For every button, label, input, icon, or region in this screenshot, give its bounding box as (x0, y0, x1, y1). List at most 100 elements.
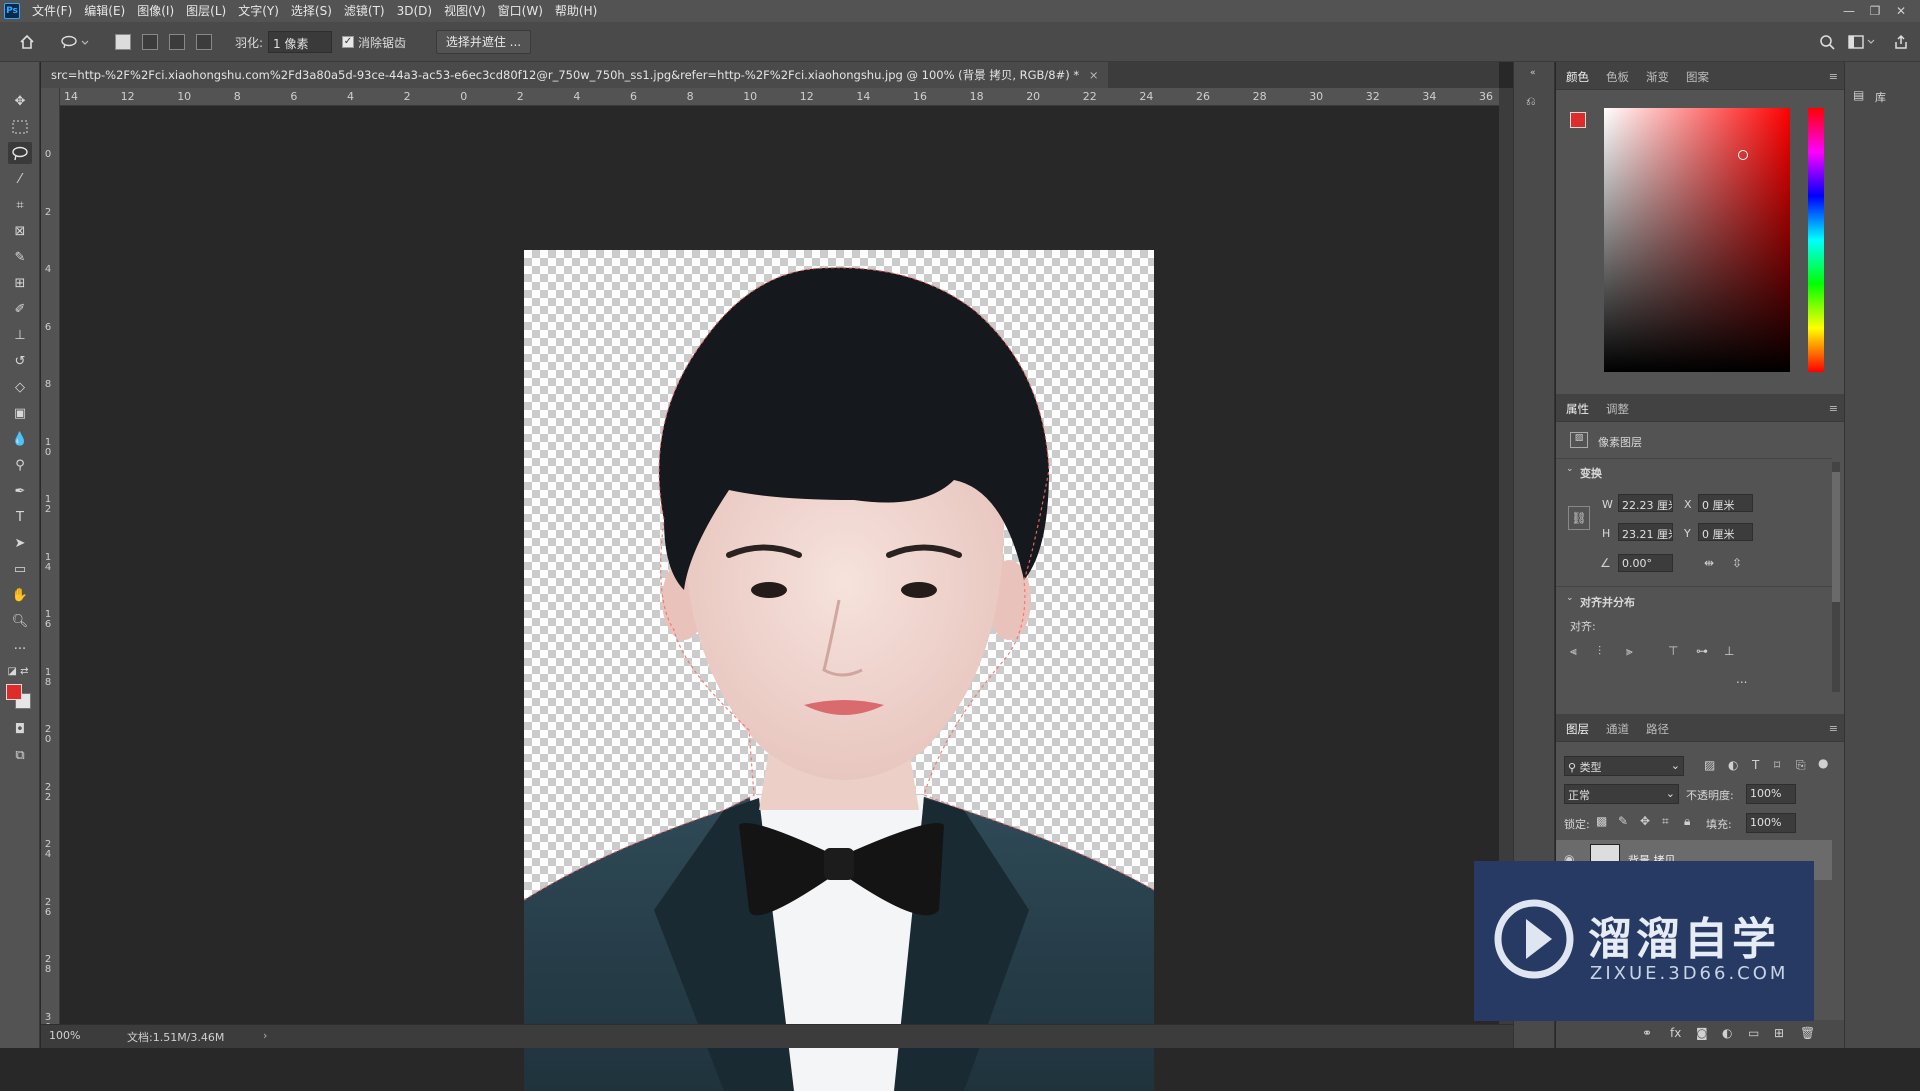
document-tab[interactable]: src=http-%2F%2Fci.xiaohongshu.com%2Fd3a8… (41, 62, 1109, 88)
menu-file[interactable]: 文件(F) (26, 0, 78, 22)
intersect-selection-button[interactable] (196, 34, 212, 50)
zoom-level[interactable]: 100% (49, 1029, 80, 1042)
align-left-icon[interactable]: ⫷ (1570, 644, 1577, 659)
properties-panel-menu-icon[interactable]: ≡ (1829, 402, 1838, 415)
lock-pixels-icon[interactable]: ✎ (1618, 814, 1628, 828)
vertical-ruler[interactable]: 0 2 4 6 8 1 0 1 2 1 4 1 6 1 8 2 0 2 2 2 4 2 6 2 8 3 0 (41, 88, 60, 1024)
lasso-tool-icon[interactable] (8, 142, 32, 164)
tab-channels[interactable]: 通道 (1606, 721, 1629, 737)
eraser-tool-icon[interactable]: ◇ (8, 376, 32, 398)
history-brush-tool-icon[interactable]: ↺ (8, 350, 32, 372)
hue-slider[interactable] (1808, 108, 1824, 372)
canvas-area[interactable] (60, 106, 1499, 1091)
close-window-icon[interactable]: ✕ (1888, 0, 1914, 22)
crop-tool-icon[interactable]: ⌗ (8, 194, 32, 216)
select-and-mask-button[interactable]: 选择并遮住 ... (436, 30, 531, 54)
properties-scrollbar[interactable] (1832, 462, 1840, 692)
layers-panel-menu-icon[interactable]: ≡ (1829, 722, 1838, 735)
frame-tool-icon[interactable]: ⊠ (8, 220, 32, 242)
menu-edit[interactable]: 编辑(E) (78, 0, 131, 22)
filter-toggle-icon[interactable]: ● (1818, 756, 1828, 770)
zoom-tool-icon[interactable]: 🔍︎ (8, 610, 32, 632)
tab-paths[interactable]: 路径 (1646, 721, 1669, 737)
subtract-selection-button[interactable] (169, 34, 185, 50)
menu-filter[interactable]: 滤镜(T) (338, 0, 391, 22)
brush-tool-icon[interactable]: ✐ (8, 298, 32, 320)
lock-all-icon[interactable]: 🔒︎ (1684, 814, 1690, 829)
tab-properties[interactable]: 属性 (1566, 401, 1589, 417)
home-icon[interactable] (16, 31, 38, 53)
add-mask-icon[interactable]: ◙ (1696, 1026, 1708, 1040)
more-options-icon[interactable]: ... (1736, 672, 1747, 686)
path-selection-tool-icon[interactable]: ➤ (8, 532, 32, 554)
x-input[interactable]: 0 厘米 (1698, 494, 1753, 512)
menu-select[interactable]: 选择(S) (285, 0, 338, 22)
width-input[interactable]: 22.23 厘米 (1618, 494, 1673, 512)
blur-tool-icon[interactable]: 💧 (8, 428, 32, 450)
workspace-icon[interactable] (1846, 31, 1878, 53)
search-icon[interactable] (1816, 31, 1838, 53)
opacity-input[interactable]: 100% (1746, 784, 1796, 804)
color-panel-menu-icon[interactable]: ≡ (1829, 70, 1838, 83)
type-tool-icon[interactable]: T (8, 506, 32, 528)
align-center-h-icon[interactable]: ⫶ (1598, 644, 1601, 659)
more-tools-icon[interactable]: ··· (8, 638, 32, 660)
flip-vertical-icon[interactable]: ⇳ (1732, 556, 1742, 570)
link-dimensions-icon[interactable]: ⛓ (1568, 506, 1590, 530)
transform-collapse-icon[interactable]: ⌄ (1566, 464, 1574, 474)
lock-artboard-icon[interactable]: ⌗ (1662, 814, 1669, 829)
document-canvas[interactable] (524, 250, 1154, 1091)
filter-shape-icon[interactable]: ⌑ (1774, 758, 1780, 772)
quick-mask-icon[interactable]: ◘ (8, 718, 32, 740)
delete-layer-icon[interactable]: 🗑︎ (1800, 1026, 1815, 1040)
status-menu-arrow-icon[interactable]: › (263, 1029, 267, 1042)
filter-smart-object-icon[interactable]: ⎘ (1796, 758, 1806, 773)
align-right-icon[interactable]: ⫸ (1626, 644, 1633, 659)
add-selection-button[interactable] (142, 34, 158, 50)
align-top-icon[interactable]: ⊤ (1668, 644, 1678, 658)
menu-layer[interactable]: 图层(L) (180, 0, 232, 22)
screen-mode-icon[interactable]: ⧉ (8, 744, 32, 766)
feather-input[interactable]: 1 像素 (268, 31, 332, 53)
filter-adjustment-icon[interactable]: ◐ (1728, 758, 1738, 772)
minimize-icon[interactable]: — (1836, 0, 1862, 22)
dodge-tool-icon[interactable]: ⚲ (8, 454, 32, 476)
gradient-tool-icon[interactable]: ▣ (8, 402, 32, 424)
new-layer-icon[interactable]: ⊞ (1774, 1026, 1784, 1040)
lock-position-icon[interactable]: ✥ (1640, 814, 1650, 828)
color-field[interactable] (1604, 108, 1790, 372)
healing-brush-tool-icon[interactable]: ⊞ (8, 272, 32, 294)
filter-pixel-icon[interactable]: ▨ (1704, 758, 1715, 772)
marquee-tool-icon[interactable] (8, 116, 32, 138)
menu-type[interactable]: 文字(Y) (232, 0, 285, 22)
swap-colors-icon[interactable]: ◪ ⇄ (4, 660, 32, 682)
close-tab-icon[interactable]: × (1089, 68, 1099, 82)
new-group-icon[interactable]: ▭ (1748, 1026, 1759, 1040)
menu-3d[interactable]: 3D(D) (391, 0, 438, 22)
eyedropper-tool-icon[interactable]: ✎ (8, 246, 32, 268)
menu-help[interactable]: 帮助(H) (549, 0, 603, 22)
y-input[interactable]: 0 厘米 (1698, 523, 1753, 541)
tab-color[interactable]: 颜色 (1566, 69, 1589, 85)
foreground-color-swatch[interactable] (6, 684, 22, 700)
lock-transparency-icon[interactable]: ▩ (1596, 814, 1607, 828)
link-layers-icon[interactable]: ⚭ (1642, 1026, 1652, 1040)
color-picker-cursor[interactable] (1738, 150, 1748, 160)
tab-layers[interactable]: 图层 (1566, 721, 1589, 737)
clone-stamp-tool-icon[interactable]: ⊥ (8, 324, 32, 346)
tab-patterns[interactable]: 图案 (1686, 69, 1709, 85)
antialias-checkbox[interactable]: ✓ (342, 36, 354, 48)
libraries-label[interactable]: 库 (1875, 89, 1886, 105)
panel-foreground-swatch[interactable] (1570, 112, 1586, 128)
menu-window[interactable]: 窗口(W) (492, 0, 549, 22)
adjustment-layer-icon[interactable]: ◐ (1722, 1026, 1732, 1040)
new-selection-button[interactable] (115, 34, 131, 50)
tab-adjustments[interactable]: 调整 (1606, 401, 1629, 417)
collapse-panels-icon[interactable]: « (1530, 68, 1536, 78)
rectangle-tool-icon[interactable]: ▭ (8, 558, 32, 580)
height-input[interactable]: 23.21 厘米 (1618, 523, 1673, 541)
fx-icon[interactable]: fx (1670, 1026, 1681, 1040)
hand-tool-icon[interactable]: ✋ (8, 584, 32, 606)
magic-wand-tool-icon[interactable]: ⁄ (8, 168, 32, 190)
fill-input[interactable]: 100% (1746, 813, 1796, 833)
